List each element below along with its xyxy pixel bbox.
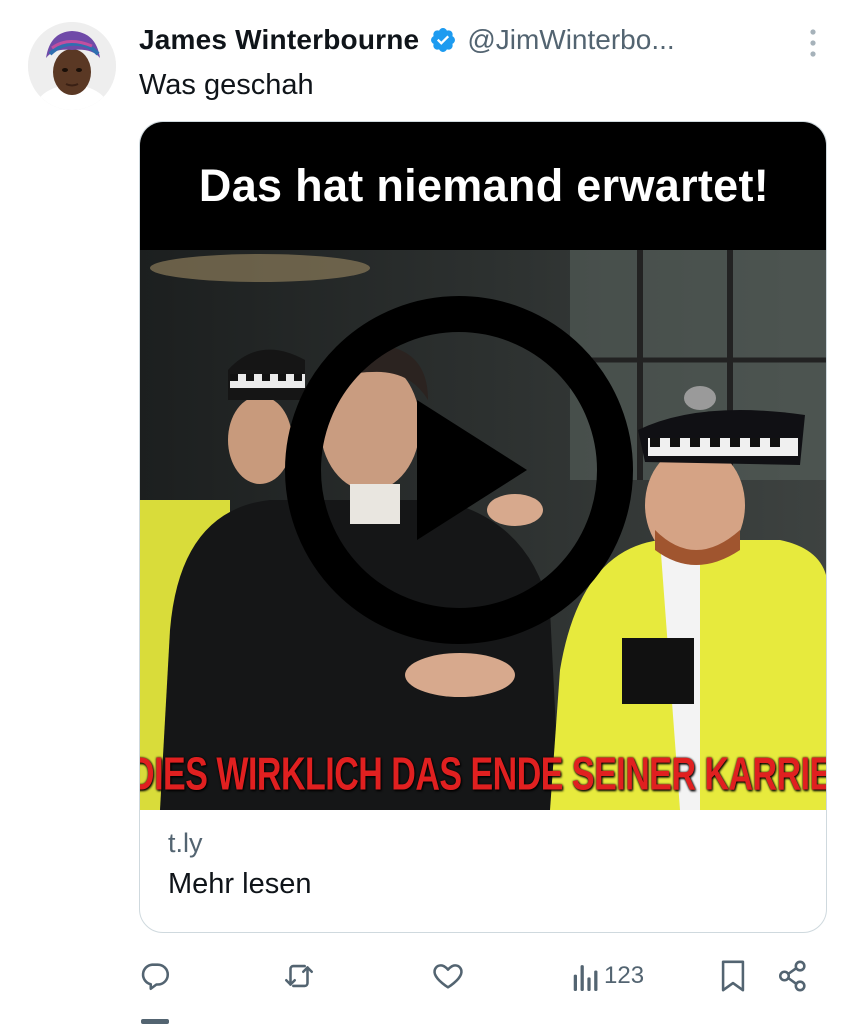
media-caption-text: IST DIES WIRKLICH DAS ENDE SEINER KARRIE… (140, 748, 826, 800)
card-read-more[interactable]: Mehr lesen (168, 868, 311, 901)
retweet-icon (284, 964, 314, 988)
next-post-edge (141, 1019, 169, 1024)
avatar[interactable] (28, 22, 116, 110)
play-icon (285, 296, 633, 644)
action-bar: 123 (0, 948, 855, 1004)
reply-icon (141, 963, 170, 991)
views-icon (573, 965, 598, 991)
bookmark-icon (721, 960, 745, 992)
media-headline: Das hat niemand erwartet! (198, 160, 770, 211)
play-button[interactable] (281, 292, 637, 648)
profile-photo (28, 22, 116, 110)
tweet-header: James Winterbourne @JimWinterbo... (139, 22, 825, 58)
link-card[interactable]: Das hat niemand erwartet! IES WIRKLICH D… (139, 121, 827, 933)
views-count: 123 (604, 962, 645, 989)
like-button[interactable] (430, 948, 466, 1004)
verified-badge-icon (431, 28, 456, 52)
share-icon (778, 960, 806, 992)
more-vertical-icon (810, 29, 816, 57)
views-button[interactable]: 123 (572, 948, 644, 1004)
share-button[interactable] (776, 948, 810, 1004)
retweet-button[interactable] (281, 948, 317, 1004)
card-media[interactable]: Das hat niemand erwartet! IES WIRKLICH D… (140, 122, 826, 810)
reply-button[interactable] (138, 948, 172, 1004)
author-handle[interactable]: @JimWinterbo... (467, 24, 674, 56)
author-display-name[interactable]: James Winterbourne (139, 24, 419, 56)
bookmark-button[interactable] (718, 948, 748, 1004)
heart-icon (433, 964, 463, 989)
media-caption: IST DIES WIRKLICH DAS ENDE SEINER KARRIE… (140, 740, 826, 810)
card-footer[interactable]: t.ly Mehr lesen (140, 810, 826, 932)
more-options-button[interactable] (807, 28, 819, 58)
card-domain: t.ly (168, 828, 203, 858)
tweet-text: Was geschah (139, 69, 314, 101)
